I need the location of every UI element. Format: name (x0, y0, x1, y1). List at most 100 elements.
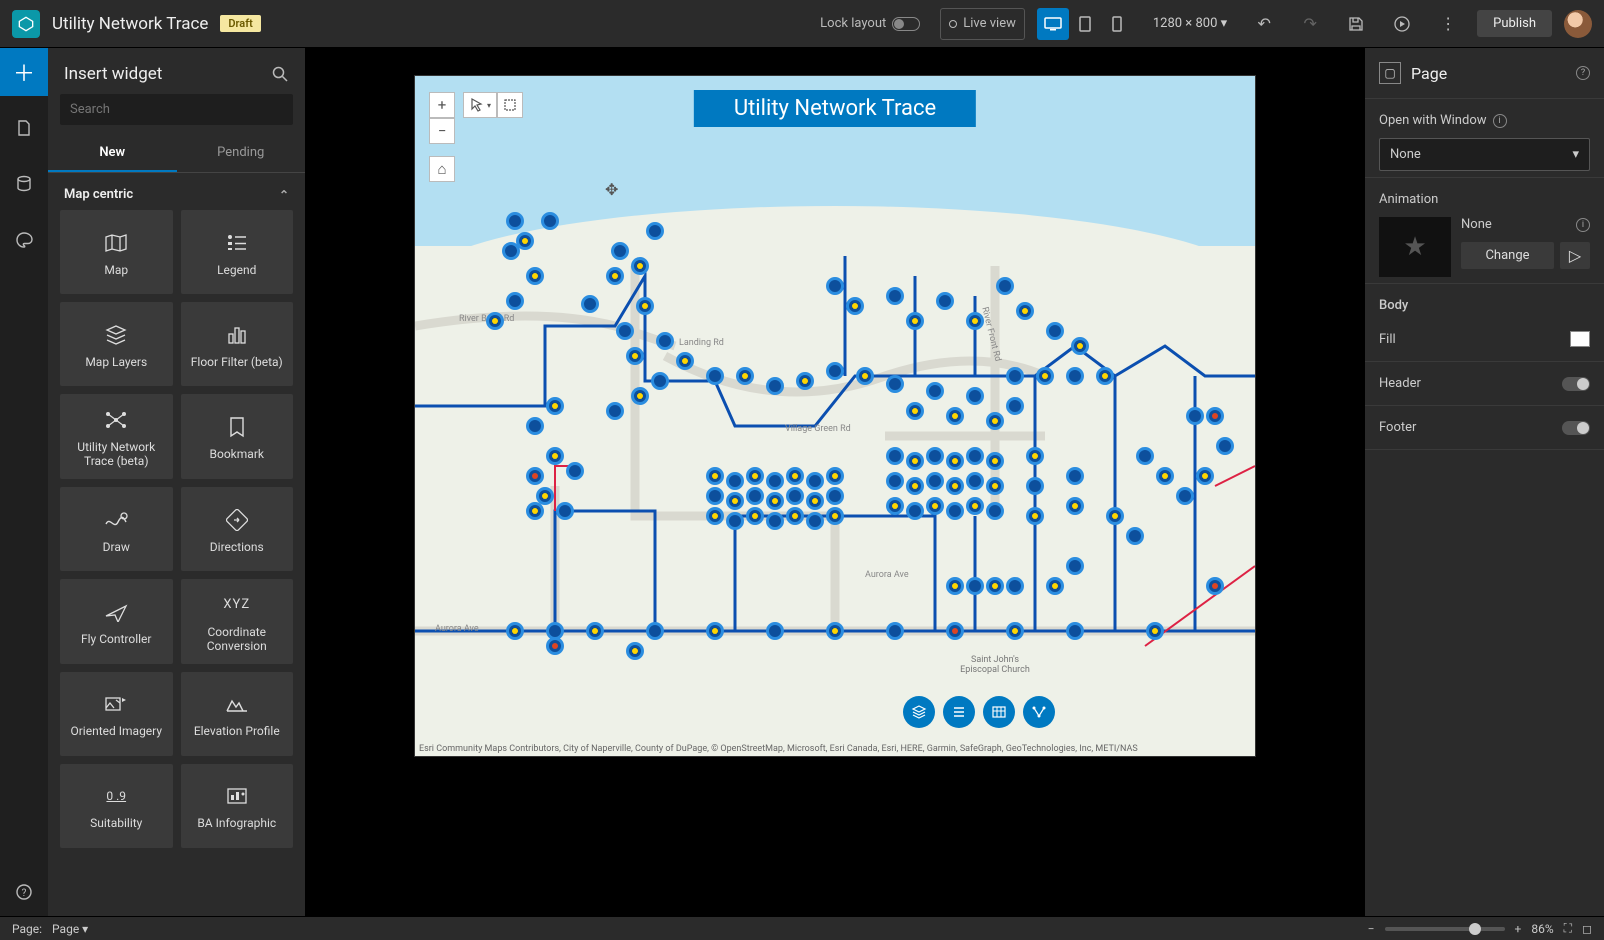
network-node[interactable] (1066, 467, 1084, 485)
network-node[interactable] (546, 447, 564, 465)
network-node[interactable] (826, 362, 844, 380)
network-node[interactable] (581, 295, 599, 313)
network-node[interactable] (526, 417, 544, 435)
network-node[interactable] (986, 412, 1004, 430)
network-node[interactable] (726, 512, 744, 530)
widget-fly-controller[interactable]: Fly Controller (60, 579, 173, 664)
network-node[interactable] (886, 375, 904, 393)
network-node[interactable] (526, 467, 544, 485)
network-node[interactable] (526, 267, 544, 285)
network-node[interactable] (1156, 467, 1174, 485)
network-node[interactable] (966, 497, 984, 515)
network-node[interactable] (1006, 367, 1024, 385)
network-node[interactable] (651, 372, 669, 390)
data-rail-icon[interactable] (0, 160, 48, 208)
network-node[interactable] (631, 387, 649, 405)
widget-oriented-imagery[interactable]: Oriented Imagery (60, 672, 173, 756)
network-node[interactable] (926, 447, 944, 465)
network-node[interactable] (806, 512, 824, 530)
app-logo-icon[interactable] (12, 10, 40, 38)
network-node[interactable] (626, 642, 644, 660)
network-node[interactable] (826, 487, 844, 505)
network-node[interactable] (726, 472, 744, 490)
home-extent-button[interactable]: ⌂ (429, 156, 455, 182)
viewport-size-selector[interactable]: 1280 × 800 ▾ (1145, 16, 1235, 31)
more-menu-icon[interactable]: ⋮ (1431, 7, 1465, 41)
legend-tool-icon[interactable] (943, 696, 975, 728)
widget-elevation-profile[interactable]: Elevation Profile (181, 672, 294, 756)
network-node[interactable] (1216, 437, 1234, 455)
network-node[interactable] (556, 502, 574, 520)
publish-button[interactable]: Publish (1477, 10, 1552, 37)
widget-map[interactable]: Map (60, 210, 173, 294)
network-node[interactable] (826, 467, 844, 485)
network-node[interactable] (506, 622, 524, 640)
section-collapse-icon[interactable]: ⌃ (279, 188, 289, 202)
network-node[interactable] (856, 367, 874, 385)
live-view-button[interactable]: Live view (940, 8, 1025, 40)
fit-screen-icon[interactable]: ⛶ (1564, 921, 1572, 936)
preview-icon[interactable] (1385, 7, 1419, 41)
help-icon[interactable]: ? (1576, 66, 1590, 80)
network-node[interactable] (786, 507, 804, 525)
network-node[interactable] (1126, 527, 1144, 545)
open-with-window-select[interactable]: None ▾ (1379, 138, 1590, 171)
network-node[interactable] (546, 637, 564, 655)
network-node[interactable] (906, 452, 924, 470)
network-node[interactable] (1206, 577, 1224, 595)
network-node[interactable] (906, 402, 924, 420)
network-node[interactable] (1071, 337, 1089, 355)
network-node[interactable] (746, 487, 764, 505)
lock-layout-toggle[interactable]: Lock layout (812, 8, 928, 40)
network-node[interactable] (646, 222, 664, 240)
widget-utility-network-trace[interactable]: Utility Network Trace (beta) (60, 394, 173, 479)
widget-draw[interactable]: Draw (60, 487, 173, 571)
network-node[interactable] (1026, 447, 1044, 465)
network-node[interactable] (526, 502, 544, 520)
user-avatar[interactable] (1564, 10, 1592, 38)
network-node[interactable] (846, 297, 864, 315)
network-node[interactable] (746, 507, 764, 525)
network-node[interactable] (986, 502, 1004, 520)
network-node[interactable] (966, 577, 984, 595)
network-node[interactable] (966, 472, 984, 490)
phone-icon[interactable] (1101, 8, 1133, 40)
network-node[interactable] (946, 452, 964, 470)
network-node[interactable] (886, 447, 904, 465)
network-node[interactable] (1146, 622, 1164, 640)
widget-search-input[interactable] (60, 94, 293, 125)
network-node[interactable] (1196, 467, 1214, 485)
select-tool-button[interactable]: ▾ (463, 92, 497, 118)
network-node[interactable] (786, 487, 804, 505)
network-node[interactable] (1176, 487, 1194, 505)
desktop-icon[interactable] (1037, 8, 1069, 40)
fullscreen-icon[interactable]: ◻ (1582, 922, 1592, 936)
network-node[interactable] (906, 502, 924, 520)
network-node[interactable] (786, 467, 804, 485)
widget-directions[interactable]: Directions (181, 487, 294, 571)
insert-widget-rail-icon[interactable]: ＋ (0, 48, 48, 96)
network-node[interactable] (566, 462, 584, 480)
network-node[interactable] (1046, 577, 1064, 595)
zoom-slider[interactable] (1385, 927, 1505, 931)
help-rail-icon[interactable]: ? (0, 868, 48, 916)
panel-search-icon[interactable] (271, 65, 289, 83)
change-animation-button[interactable]: Change (1461, 242, 1554, 269)
clear-selection-button[interactable] (497, 92, 523, 118)
save-icon[interactable] (1339, 7, 1373, 41)
footer-toggle[interactable] (1562, 421, 1590, 435)
network-node[interactable] (806, 492, 824, 510)
layers-tool-icon[interactable] (903, 696, 935, 728)
network-node[interactable] (631, 257, 649, 275)
network-node[interactable] (706, 367, 724, 385)
widget-ba-infographic[interactable]: BA Infographic (181, 764, 294, 848)
network-node[interactable] (886, 622, 904, 640)
network-node[interactable] (656, 332, 674, 350)
network-node[interactable] (826, 277, 844, 295)
zoom-out-button[interactable]: − (429, 118, 455, 144)
network-node[interactable] (986, 577, 1004, 595)
network-node[interactable] (966, 312, 984, 330)
theme-rail-icon[interactable] (0, 216, 48, 264)
network-node[interactable] (611, 242, 629, 260)
tab-pending[interactable]: Pending (177, 135, 306, 172)
